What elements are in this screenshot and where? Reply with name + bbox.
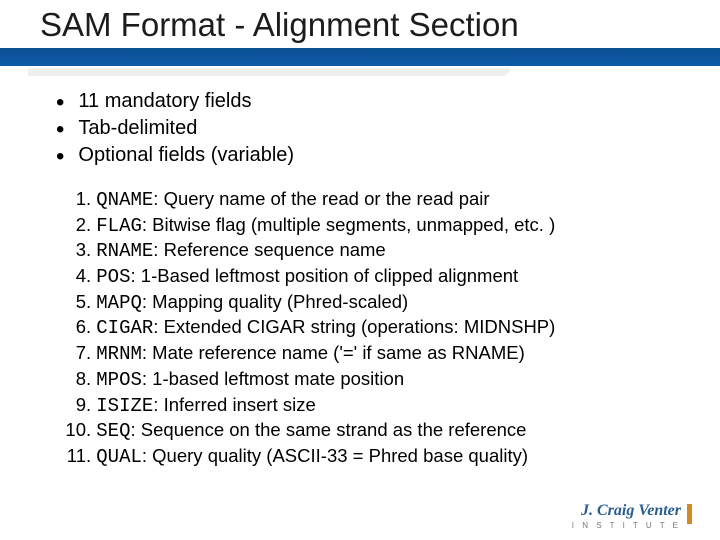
field-description: 1-Based leftmost position of clipped ali…: [141, 265, 518, 286]
field-name: MPOS: [96, 369, 142, 391]
field-name: MAPQ: [96, 292, 142, 314]
field-name: RNAME: [96, 240, 153, 262]
field-description: 1-based leftmost mate position: [152, 368, 404, 389]
list-item: • Optional fields (variable): [56, 142, 676, 169]
slide: SAM Format - Alignment Section • 11 mand…: [0, 0, 720, 540]
footer-logo: J. Craig Venter I N S T I T U T E: [572, 502, 692, 530]
field-name: SEQ: [96, 420, 130, 442]
field-description: Reference sequence name: [164, 239, 386, 260]
field-number: 4: [56, 264, 86, 288]
field-description: Extended CIGAR string (operations: MIDNS…: [164, 316, 556, 337]
field-description: Mate reference name ('=' if same as RNAM…: [152, 342, 525, 363]
jcvi-logo-text: J. Craig Venter: [581, 502, 681, 520]
field-description: Query quality (ASCII-33 = Phred base qua…: [152, 445, 528, 466]
field-name: QNAME: [96, 189, 153, 211]
field-name: FLAG: [96, 215, 142, 237]
header-blue-bar: [0, 48, 720, 66]
field-name: MRNM: [96, 343, 142, 365]
list-item: 5. MAPQ: Mapping quality (Phred-scaled): [56, 290, 676, 316]
bullet-text: Tab-delimited: [78, 115, 197, 142]
list-item: 9. ISIZE: Inferred insert size: [56, 393, 676, 419]
field-number: 8: [56, 367, 86, 391]
field-number: 9: [56, 393, 86, 417]
field-number: 1: [56, 187, 86, 211]
list-item: 8. MPOS: 1-based leftmost mate position: [56, 367, 676, 393]
header-grey-accent: [0, 66, 720, 80]
field-number: 2: [56, 213, 86, 237]
bullet-icon: •: [56, 91, 64, 115]
bullet-icon: •: [56, 145, 64, 169]
field-number: 6: [56, 315, 86, 339]
title-area: SAM Format - Alignment Section: [0, 0, 720, 46]
field-description: Sequence on the same strand as the refer…: [141, 419, 527, 440]
content-area: • 11 mandatory fields • Tab-delimited • …: [0, 80, 720, 470]
bullet-icon: •: [56, 118, 64, 142]
list-item: 10. SEQ: Sequence on the same strand as …: [56, 418, 676, 444]
field-description: Query name of the read or the read pair: [164, 188, 490, 209]
jcvi-logo-block: J. Craig Venter I N S T I T U T E: [572, 502, 681, 530]
list-item: • 11 mandatory fields: [56, 88, 676, 115]
numbered-fields-list: 1. QNAME: Query name of the read or the …: [56, 187, 676, 470]
list-item: 7. MRNM: Mate reference name ('=' if sam…: [56, 341, 676, 367]
bullet-list: • 11 mandatory fields • Tab-delimited • …: [56, 88, 676, 169]
field-number: 11: [56, 444, 86, 468]
list-item: 2. FLAG: Bitwise flag (multiple segments…: [56, 213, 676, 239]
list-item: 1. QNAME: Query name of the read or the …: [56, 187, 676, 213]
list-item: • Tab-delimited: [56, 115, 676, 142]
field-number: 5: [56, 290, 86, 314]
field-description: Inferred insert size: [164, 394, 316, 415]
field-name: POS: [96, 266, 130, 288]
field-name: ISIZE: [96, 395, 153, 417]
field-description: Bitwise flag (multiple segments, unmappe…: [152, 214, 555, 235]
field-name: CIGAR: [96, 317, 153, 339]
bullet-text: Optional fields (variable): [78, 142, 294, 169]
list-item: 6. CIGAR: Extended CIGAR string (operati…: [56, 315, 676, 341]
field-number: 7: [56, 341, 86, 365]
field-number: 3: [56, 238, 86, 262]
bullet-text: 11 mandatory fields: [78, 88, 251, 115]
field-description: Mapping quality (Phred-scaled): [152, 291, 408, 312]
list-item: 11. QUAL: Query quality (ASCII-33 = Phre…: [56, 444, 676, 470]
list-item: 4. POS: 1-Based leftmost position of cli…: [56, 264, 676, 290]
jcvi-accent-bar: [687, 504, 692, 524]
slide-title: SAM Format - Alignment Section: [40, 6, 680, 44]
field-name: QUAL: [96, 446, 142, 468]
list-item: 3. RNAME: Reference sequence name: [56, 238, 676, 264]
field-number: 10: [56, 418, 86, 442]
jcvi-logo-subtitle: I N S T I T U T E: [572, 521, 681, 530]
